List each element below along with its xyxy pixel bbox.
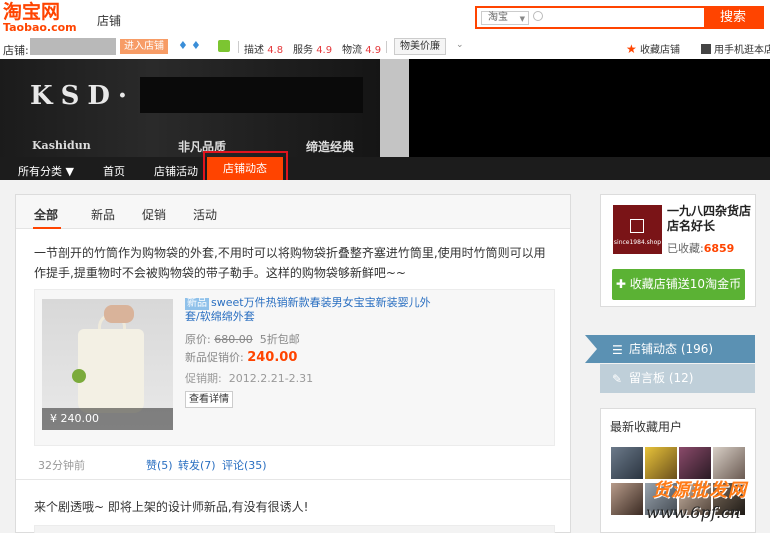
brand-english: Kashidun — [32, 139, 91, 152]
original-price: 原价: 680.00 5折包邮 — [185, 333, 300, 346]
nav-home[interactable]: 首页 — [103, 163, 125, 179]
shop-info-bar: 店铺: 进入店铺 ♦ ♦ 描述 4.8 服务 4.9 物流 4.9 物美价廉 ⌄… — [0, 37, 770, 59]
logo-sub-text: Taobao.com — [3, 21, 77, 34]
shop-fav-count: 已收藏:6859 — [667, 242, 735, 255]
post-text: 来个剧透哦~ 即将上架的设计师新品,有没有很诱人! — [34, 500, 309, 514]
taobao-logo[interactable]: 淘宝网 Taobao.com — [3, 2, 79, 36]
chevron-down-icon[interactable]: ⌄ — [456, 40, 464, 50]
favorite-shop-link[interactable]: ★ 收藏店铺 — [626, 41, 680, 56]
logo-square — [630, 219, 644, 233]
shop-name-redacted — [30, 38, 116, 55]
users-title: 最新收藏用户 — [610, 420, 683, 434]
search-box[interactable]: 淘宝 ▼ 搜索 — [475, 6, 764, 29]
avatar[interactable] — [679, 447, 711, 479]
active-tab-indicator — [33, 227, 61, 229]
chevron-down-icon: ▼ — [519, 15, 525, 23]
promo-period: 促销期: 2012.2.21-2.31 — [185, 372, 314, 385]
avatar[interactable] — [611, 483, 643, 515]
nav-all-categories[interactable]: 所有分类 ▼ — [18, 163, 74, 179]
rating-logistics: 物流 4.9 — [342, 45, 382, 56]
feed-tabs: 全部 新品 促销 活动 — [16, 195, 570, 229]
product-image[interactable]: ¥ 240.00 — [42, 299, 173, 430]
shop-label: 店铺: — [3, 44, 29, 57]
new-badge: 新品 — [185, 298, 209, 310]
product-price-tag: ¥ 240.00 — [42, 408, 173, 430]
post-time: 32分钟前 — [38, 459, 85, 472]
forward-link[interactable]: 转发(7) — [178, 457, 216, 473]
divider — [386, 41, 387, 53]
search-scope-select[interactable]: 淘宝 ▼ — [481, 11, 529, 25]
list-icon: ☰ — [612, 343, 623, 357]
avatar[interactable] — [611, 447, 643, 479]
promo-price: 新品促销价: 240.00 — [185, 350, 298, 365]
vegetable — [72, 369, 86, 383]
tab-new[interactable]: 新品 — [91, 206, 115, 223]
star-icon: ★ — [626, 42, 637, 56]
shop-card: since1984.shop 一九八四杂货店店名好长 已收藏:6859 ✚ 收藏… — [600, 194, 756, 307]
favorite-shop-button[interactable]: ✚ 收藏店铺送10淘金币 — [612, 269, 745, 300]
divider — [238, 41, 239, 53]
diamond-icon: ♦ — [191, 39, 201, 52]
post-text: 一节剖开的竹筒作为购物袋的外套,不用时可以将购物袋折叠整齐塞进竹筒里,使用时竹筒… — [34, 246, 546, 280]
hand — [104, 305, 134, 323]
diamond-icon: ♦ — [178, 39, 188, 52]
avatar[interactable] — [645, 447, 677, 479]
tab-all[interactable]: 全部 — [34, 206, 58, 223]
nav-shop-activities[interactable]: 店铺活动 — [154, 163, 198, 179]
product-card[interactable]: ¥ 240.00 新品 sweet万件热销新款春装男女宝宝新装婴儿外套/软绵绵外套… — [34, 289, 555, 446]
slogan-2: 缔造经典 — [306, 140, 355, 154]
post-meta: 32分钟前 赞(5) 转发(7) 评论(35) — [38, 457, 558, 473]
brand-logo: KSD· — [30, 81, 135, 111]
bag — [78, 329, 144, 413]
tab-activity[interactable]: 活动 — [193, 206, 217, 223]
mobile-shop-link[interactable]: 用手机逛本店 — [701, 41, 770, 56]
avatar[interactable] — [713, 447, 745, 479]
shop-banner: KSD· Kashidun 非凡品质 缔造经典 — [0, 59, 770, 157]
logo-main-text: 淘宝网 — [3, 1, 61, 23]
shop-logo[interactable]: since1984.shop — [613, 205, 662, 254]
plus-icon: ✚ — [615, 277, 630, 291]
consumer-protection-icon — [218, 40, 230, 52]
feed-panel: 全部 新品 促销 活动 一节剖开的竹筒作为购物袋的外套,不用时可以将购物袋折叠整… — [15, 194, 571, 533]
section-title: 店铺 — [97, 14, 122, 28]
search-icon — [533, 11, 543, 21]
rating-service: 服务 4.9 — [293, 45, 333, 56]
search-scope-label: 淘宝 — [488, 12, 508, 23]
comment-link[interactable]: 评论(35) — [222, 457, 267, 473]
shop-nav: 所有分类 ▼ 首页 店铺活动 店铺动态 — [0, 157, 770, 180]
post-divider — [16, 479, 570, 480]
side-tab-message-board[interactable]: ✎ 留言板 (12) — [600, 364, 755, 393]
rating-description: 描述 4.8 — [244, 45, 284, 56]
qr-code-icon — [701, 44, 711, 54]
banner-strip — [380, 59, 409, 157]
pencil-icon: ✎ — [612, 372, 623, 386]
shop-name[interactable]: 一九八四杂货店店名好长 — [667, 204, 753, 234]
view-details-button[interactable]: 查看详情 — [185, 391, 233, 408]
brand-redacted — [140, 77, 363, 113]
product-card[interactable] — [34, 525, 555, 533]
watermark-line1: 货源批发网 — [652, 480, 747, 501]
like-link[interactable]: 赞(5) — [146, 457, 173, 473]
side-tab-shop-dynamics[interactable]: ☰ 店铺动态 (196) — [585, 335, 755, 363]
enter-shop-button[interactable]: 进入店铺 — [120, 39, 168, 54]
tab-promo[interactable]: 促销 — [142, 206, 166, 223]
product-title-link[interactable]: 新品 sweet万件热销新款春装男女宝宝新装婴儿外套/软绵绵外套 — [185, 296, 445, 324]
shop-logo-text: since1984.shop — [613, 239, 662, 246]
search-button[interactable]: 搜索 — [704, 8, 762, 27]
watermark-line2: www.6pf.cn — [646, 503, 741, 522]
value-badge-button[interactable]: 物美价廉 — [394, 38, 446, 55]
